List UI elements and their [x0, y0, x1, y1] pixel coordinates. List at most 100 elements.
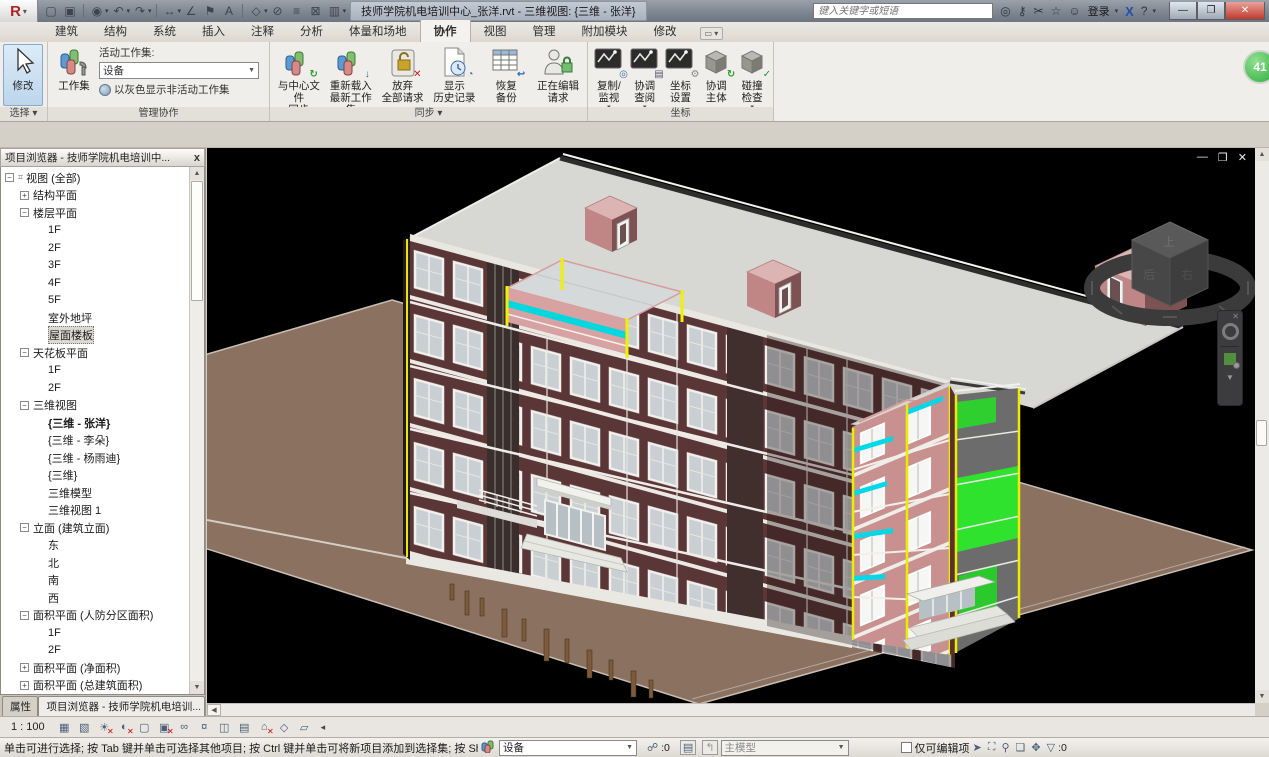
- select-panel-label[interactable]: 选择 ▾: [0, 107, 47, 121]
- collapse-icon[interactable]: −: [20, 401, 29, 410]
- view-close-icon[interactable]: ✕: [1238, 151, 1247, 164]
- crop-region-icon[interactable]: ▣✕: [156, 719, 173, 735]
- coordinate-button-协调主体[interactable]: ↻协调主体: [698, 44, 734, 106]
- expand-icon[interactable]: +: [20, 681, 29, 690]
- tree-item-东[interactable]: 东: [1, 537, 189, 555]
- zoom-icon[interactable]: [1224, 353, 1236, 365]
- vertical-scrollbar[interactable]: ▲ ▼: [1255, 148, 1269, 703]
- tree-item-面积平面 (净面积)[interactable]: +面积平面 (净面积): [1, 659, 189, 677]
- tree-item-1F[interactable]: 1F: [1, 624, 189, 642]
- panel-tab-properties[interactable]: 属性: [2, 696, 38, 716]
- dropdown-icon[interactable]: ▾: [148, 7, 152, 15]
- drag-on-selection-icon[interactable]: ✥: [1031, 741, 1040, 754]
- search-input[interactable]: [813, 3, 993, 19]
- tree-item-天花板平面[interactable]: −天花板平面: [1, 344, 189, 362]
- editing-requests-icon[interactable]: ☍: [647, 741, 658, 754]
- scroll-down-icon[interactable]: ▼: [190, 681, 204, 694]
- tree-item-视图 (全部)[interactable]: −⌗视图 (全部): [1, 169, 189, 187]
- help-icon[interactable]: ?: [1141, 4, 1148, 18]
- login-dropdown-icon[interactable]: ▾: [1115, 7, 1119, 15]
- scroll-down-icon[interactable]: ▼: [1255, 690, 1269, 703]
- collapse-icon[interactable]: −: [20, 348, 29, 357]
- tab-附加模块[interactable]: 附加模块: [569, 20, 641, 42]
- collapse-icon[interactable]: −: [5, 173, 14, 182]
- tab-注释[interactable]: 注释: [238, 20, 287, 42]
- coordinate-button-协调查阅[interactable]: ▤协调查阅 ▾: [627, 44, 663, 106]
- aligned-dimension-icon[interactable]: ∠: [182, 2, 200, 20]
- reveal-hidden-icon[interactable]: ¤: [196, 719, 213, 735]
- close-hidden-windows-icon[interactable]: ⊠: [307, 2, 325, 20]
- tab-体量和场地[interactable]: 体量和场地: [336, 20, 420, 42]
- tree-item-结构平面[interactable]: +结构平面: [1, 187, 189, 205]
- tab-协作[interactable]: 协作: [420, 19, 471, 42]
- tab-系统[interactable]: 系统: [140, 20, 189, 42]
- coordinate-button-坐标设置[interactable]: ⚙坐标设置: [663, 44, 699, 106]
- scroll-up-icon[interactable]: ▲: [190, 167, 204, 180]
- sync-button-放弃全部请求[interactable]: ✕放弃全部请求: [377, 44, 429, 106]
- tree-item-三维视图 1[interactable]: 三维视图 1: [1, 502, 189, 520]
- tree-item-4F[interactable]: 4F: [1, 274, 189, 292]
- drawing-area-3d-view[interactable]: 上 后 右 — ❐ ✕ ✕ ▼: [207, 148, 1255, 703]
- tree-item-1F[interactable]: 1F: [1, 222, 189, 240]
- minimize-button[interactable]: —: [1169, 2, 1197, 20]
- temporary-hide-isolate-icon[interactable]: ∞: [176, 719, 193, 735]
- key-icon[interactable]: ⚷: [1018, 4, 1027, 18]
- navbar-chevron-icon[interactable]: ▼: [1226, 373, 1234, 382]
- vertical-scrollbar-thumb[interactable]: [1256, 420, 1267, 446]
- scroll-up-icon[interactable]: ▲: [1255, 148, 1269, 161]
- worksets-button[interactable]: 工作集: [51, 44, 97, 106]
- tab-修改[interactable]: 修改: [641, 20, 690, 42]
- visual-style-icon[interactable]: ▧: [76, 719, 93, 735]
- open-icon[interactable]: ▢: [42, 2, 60, 20]
- tree-item-1F[interactable]: 1F: [1, 362, 189, 380]
- detail-level-icon[interactable]: ▦: [56, 719, 73, 735]
- select-pinned-icon[interactable]: ⚲: [1001, 741, 1009, 754]
- help-dropdown-icon[interactable]: ▾: [1152, 7, 1156, 15]
- tab-视图[interactable]: 视图: [471, 20, 520, 42]
- viewbar-collapse-icon[interactable]: ◂: [321, 722, 326, 733]
- ribbon-collapse-icon[interactable]: ▭ ▾: [700, 27, 724, 40]
- dropdown-icon[interactable]: ▾: [105, 7, 109, 15]
- tree-item-面积平面 (人防分区面积)[interactable]: −面积平面 (人防分区面积): [1, 607, 189, 625]
- login-link[interactable]: 登录: [1088, 3, 1110, 19]
- collapse-icon[interactable]: −: [20, 611, 29, 620]
- collapse-icon[interactable]: −: [20, 523, 29, 532]
- coordinate-button-复制/监视[interactable]: ◎复制/监视 ▾: [591, 44, 627, 106]
- switch-windows-icon[interactable]: ▥: [326, 2, 344, 20]
- temporary-view-properties-icon[interactable]: ▤: [236, 719, 253, 735]
- modify-button[interactable]: 修改: [3, 44, 43, 106]
- text-icon[interactable]: A: [220, 2, 238, 20]
- view-restore-icon[interactable]: ❐: [1218, 151, 1228, 164]
- dropdown-icon[interactable]: ▾: [264, 7, 268, 15]
- tree-item-三维视图[interactable]: −三维视图: [1, 397, 189, 415]
- exclude-options-icon[interactable]: ↰: [702, 740, 717, 755]
- tree-item-{三维 - 杨雨迪}[interactable]: {三维 - 杨雨迪}: [1, 449, 189, 467]
- tree-scrollbar-thumb[interactable]: [191, 181, 203, 301]
- horizontal-scrollbar[interactable]: ◀: [207, 703, 1255, 716]
- tree-item-楼层平面[interactable]: −楼层平面: [1, 204, 189, 222]
- redo-icon[interactable]: ↷: [131, 2, 149, 20]
- tab-管理[interactable]: 管理: [520, 20, 569, 42]
- steering-wheel-icon[interactable]: [1222, 323, 1239, 340]
- crop-view-icon[interactable]: ▢: [136, 719, 153, 735]
- dropdown-icon[interactable]: ▾: [127, 7, 131, 15]
- user-icon[interactable]: ☺: [1068, 4, 1080, 18]
- panel-tab-project-browser[interactable]: 项目浏览器 - 技师学院机电培训...: [38, 696, 205, 716]
- coordinate-button-碰撞检查[interactable]: ✓碰撞检查 ▾: [734, 44, 770, 106]
- tab-结构[interactable]: 结构: [91, 20, 140, 42]
- tree-item-2F[interactable]: 2F: [1, 379, 189, 397]
- tree-item-2F[interactable]: 2F: [1, 239, 189, 257]
- sync-button-显示历史记录[interactable]: ◔显示历史记录: [428, 44, 480, 106]
- project-browser-title-bar[interactable]: 项目浏览器 - 技师学院机电培训中... x: [0, 148, 205, 167]
- tree-item-屋面楼板[interactable]: 屋面楼板: [1, 327, 189, 345]
- tree-item-2F[interactable]: 2F: [1, 642, 189, 660]
- expand-icon[interactable]: +: [20, 663, 29, 672]
- sync-button-重新载入最新工作集[interactable]: ↓重新载入最新工作集: [325, 44, 377, 106]
- sun-path-icon[interactable]: ☀✕: [96, 719, 113, 735]
- default-3d-view-icon[interactable]: ◇: [247, 2, 265, 20]
- tree-item-3F[interactable]: 3F: [1, 257, 189, 275]
- notification-badge[interactable]: 41: [1243, 50, 1269, 84]
- constraints-icon[interactable]: ◇: [276, 719, 293, 735]
- active-workset-select[interactable]: 设备 ▼: [99, 62, 259, 79]
- close-icon[interactable]: x: [194, 152, 200, 164]
